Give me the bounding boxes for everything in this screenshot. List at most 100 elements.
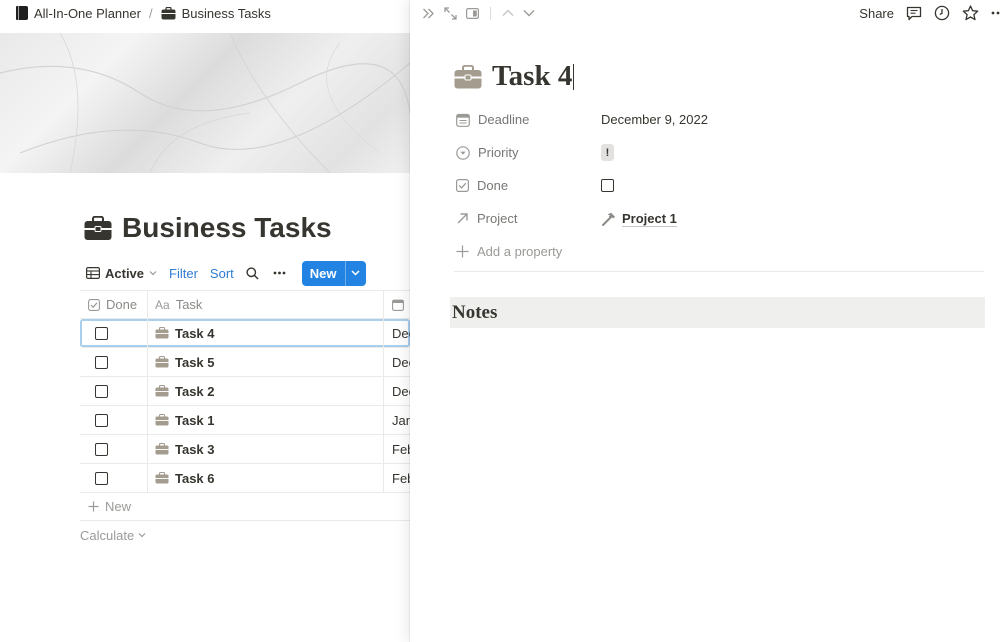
book-icon	[16, 6, 28, 20]
comment-icon[interactable]	[906, 6, 922, 21]
relation-arrow-icon	[457, 213, 468, 224]
marble-texture	[0, 33, 410, 173]
row-date-cell[interactable]: Feb	[384, 435, 410, 463]
chevron-up-icon[interactable]	[502, 9, 514, 17]
close-peek-icon[interactable]	[422, 8, 435, 19]
row-task-cell[interactable]: Task 1	[148, 406, 384, 434]
done-checkbox[interactable]	[95, 355, 108, 369]
done-checkbox[interactable]	[95, 384, 108, 398]
add-new-row-button[interactable]: New	[80, 493, 410, 521]
new-button[interactable]: New	[301, 260, 366, 286]
row-done-cell	[80, 319, 148, 347]
property-name-deadline[interactable]: Deadline	[456, 112, 601, 127]
row-task-cell[interactable]: Task 2	[148, 377, 384, 405]
checkbox-property-icon	[88, 298, 100, 311]
task-name: Task 3	[175, 441, 215, 457]
row-date-cell[interactable]: Dec	[384, 348, 410, 376]
breadcrumb-page[interactable]: Business Tasks	[161, 6, 271, 21]
view-toolbar: Active Filter Sort New	[86, 260, 366, 286]
toolbar-divider	[490, 6, 491, 20]
table-header: Done Aa Task	[80, 290, 410, 319]
row-task-cell[interactable]: Task 6	[148, 464, 384, 492]
row-date-cell[interactable]: Dec	[384, 319, 410, 347]
peek-panel: Share Task 4 Deadline December 9, 2022 P…	[410, 0, 1005, 642]
notes-heading[interactable]: Notes	[450, 297, 985, 328]
text-property-icon: Aa	[155, 297, 170, 312]
breadcrumb-workspace[interactable]: All-In-One Planner	[16, 6, 141, 21]
breadcrumb-workspace-label: All-In-One Planner	[34, 5, 141, 21]
row-date-cell[interactable]: Jan	[384, 406, 410, 434]
property-label: Deadline	[478, 112, 530, 127]
done-checkbox[interactable]	[95, 326, 108, 340]
expand-icon[interactable]	[444, 6, 457, 20]
column-header-date[interactable]	[384, 291, 410, 318]
column-header-done-label: Done	[106, 297, 138, 312]
task-name: Task 1	[175, 412, 215, 428]
calculate-button[interactable]: Calculate	[80, 521, 410, 549]
row-date-cell[interactable]: Feb	[384, 464, 410, 492]
tasks-table: Done Aa Task Task 4 Dec Task 5 Dec Task …	[80, 290, 410, 549]
history-clock-icon[interactable]	[934, 5, 950, 21]
project-value[interactable]: Project 1	[601, 211, 677, 226]
chevron-down-icon[interactable]	[523, 9, 535, 17]
breadcrumb-page-label: Business Tasks	[181, 5, 271, 21]
column-header-task[interactable]: Aa Task	[148, 291, 384, 318]
sort-button[interactable]: Sort	[210, 266, 234, 281]
table-row[interactable]: Task 5 Dec	[80, 348, 410, 377]
briefcase-icon	[155, 472, 169, 484]
row-date-cell[interactable]: Dec	[384, 377, 410, 405]
more-options-icon[interactable]	[991, 11, 1001, 15]
done-checkbox[interactable]	[601, 179, 614, 192]
row-task-cell[interactable]: Task 4	[148, 319, 384, 347]
share-button[interactable]: Share	[859, 6, 894, 21]
cover-image	[0, 33, 410, 173]
properties-divider	[454, 271, 984, 272]
checkbox-property-icon	[456, 179, 469, 192]
briefcase-icon	[155, 327, 169, 339]
chevron-down-icon	[138, 533, 146, 538]
page-title-text[interactable]: Business Tasks	[122, 212, 332, 244]
peek-panel-toolbar	[422, 3, 535, 23]
done-checkbox[interactable]	[95, 413, 108, 427]
peek-panel-actions: Share	[859, 3, 1001, 23]
briefcase-icon	[155, 414, 169, 426]
deadline-value[interactable]: December 9, 2022	[601, 112, 708, 127]
plus-icon	[88, 501, 99, 512]
property-done: Done	[456, 169, 984, 202]
breadcrumb: All-In-One Planner / Business Tasks	[0, 0, 410, 26]
table-row[interactable]: Task 3 Feb	[80, 435, 410, 464]
project-link[interactable]: Project 1	[622, 211, 677, 226]
star-icon[interactable]	[962, 5, 979, 21]
priority-value[interactable]: !	[601, 144, 614, 161]
property-label: Project	[477, 211, 518, 226]
done-checkbox[interactable]	[95, 471, 108, 485]
peek-title-text[interactable]: Task 4	[492, 60, 572, 93]
add-property-button[interactable]: Add a property	[456, 235, 984, 268]
done-checkbox[interactable]	[95, 442, 108, 456]
add-property-row: Add a property	[456, 244, 601, 259]
hammer-icon	[602, 212, 615, 226]
briefcase-icon	[84, 215, 112, 240]
property-name-priority[interactable]: Priority	[456, 145, 601, 160]
row-task-cell[interactable]: Task 5	[148, 348, 384, 376]
table-row[interactable]: Task 4 Dec	[80, 319, 410, 348]
more-options-icon[interactable]	[273, 271, 286, 275]
search-icon[interactable]	[246, 266, 259, 280]
property-name-done[interactable]: Done	[456, 178, 601, 193]
row-task-cell[interactable]: Task 3	[148, 435, 384, 463]
table-row[interactable]: Task 1 Jan	[80, 406, 410, 435]
new-dropdown-button[interactable]	[344, 260, 366, 286]
filter-button[interactable]: Filter	[169, 266, 198, 281]
side-peek-icon[interactable]	[466, 7, 479, 19]
property-label: Done	[477, 178, 509, 193]
chevron-down-icon	[149, 271, 157, 276]
table-row[interactable]: Task 2 Dec	[80, 377, 410, 406]
priority-badge: !	[601, 144, 614, 161]
briefcase-icon	[161, 6, 176, 19]
property-project: Project Project 1	[456, 202, 984, 235]
table-row[interactable]: Task 6 Feb	[80, 464, 410, 493]
property-name-project[interactable]: Project	[456, 211, 601, 226]
view-selector[interactable]: Active	[86, 266, 157, 281]
text-cursor	[573, 63, 575, 90]
column-header-done[interactable]: Done	[80, 291, 148, 318]
